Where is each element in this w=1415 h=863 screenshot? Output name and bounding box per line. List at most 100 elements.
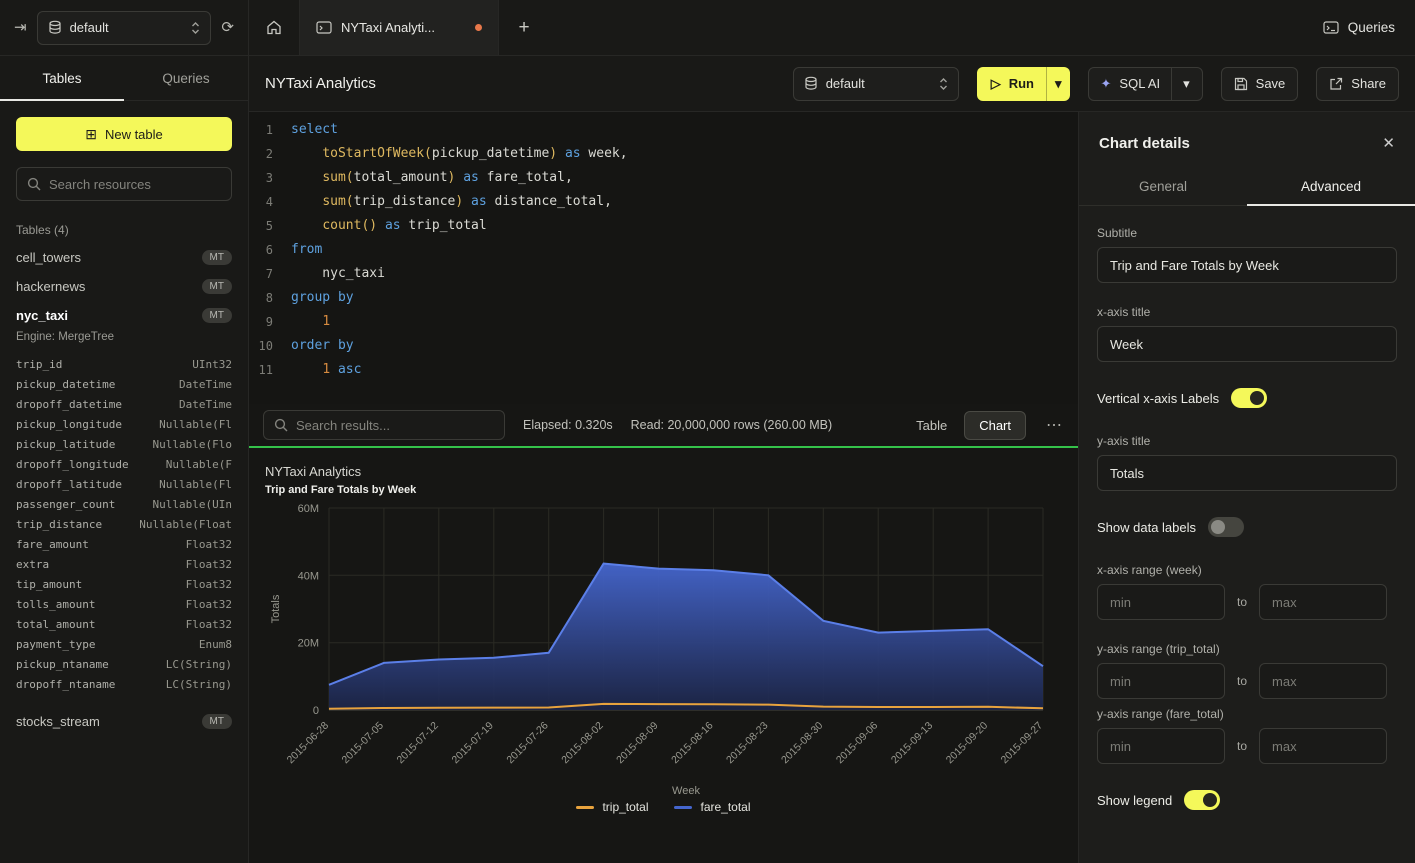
engine-badge: MT: [202, 714, 232, 729]
toggle-knob: [1203, 793, 1217, 807]
code-line[interactable]: 7 nyc_taxi: [249, 262, 1078, 286]
tab-general[interactable]: General: [1079, 168, 1247, 205]
refresh-icon[interactable]: ⟳: [221, 20, 234, 35]
table-grid-icon: ⊞: [85, 126, 97, 143]
y-range-trip-max-input[interactable]: [1259, 663, 1387, 699]
line-number: 1: [249, 118, 291, 142]
code-line[interactable]: 6from: [249, 238, 1078, 262]
view-table-button[interactable]: Table: [901, 411, 962, 440]
queries-button[interactable]: Queries: [1323, 20, 1395, 35]
code-line[interactable]: 4 sum(trip_distance) as distance_total,: [249, 190, 1078, 214]
y-axis-range-fare-label: y-axis range (fare_total): [1097, 707, 1397, 721]
y-axis-title-input[interactable]: [1097, 455, 1397, 491]
engine-badge: MT: [202, 308, 232, 323]
close-icon[interactable]: ✕: [1382, 134, 1395, 152]
code-line[interactable]: 1select: [249, 118, 1078, 142]
legend-swatch: [576, 806, 594, 809]
table-name: hackernews: [16, 279, 85, 294]
legend-item-fare_total[interactable]: fare_total: [674, 800, 750, 814]
table-item-hackernews[interactable]: hackernewsMT: [0, 272, 248, 301]
table-name: stocks_stream: [16, 714, 100, 729]
subtitle-input[interactable]: [1097, 247, 1397, 283]
x-axis-title-input[interactable]: [1097, 326, 1397, 362]
code-line[interactable]: 3 sum(total_amount) as fare_total,: [249, 166, 1078, 190]
save-button[interactable]: Save: [1221, 67, 1299, 101]
x-tick-label: 2015-09-06: [834, 720, 881, 767]
engine-label: Engine: MergeTree: [0, 330, 248, 352]
tab-title: NYTaxi Analyti...: [341, 20, 435, 35]
run-database-selector[interactable]: default: [793, 67, 959, 101]
toggle-knob: [1211, 520, 1225, 534]
code-line[interactable]: 11 1 asc: [249, 358, 1078, 382]
code-line[interactable]: 2 toStartOfWeek(pickup_datetime) as week…: [249, 142, 1078, 166]
new-table-button[interactable]: ⊞ New table: [16, 117, 232, 151]
results-more-options-icon[interactable]: ⋯: [1044, 415, 1064, 435]
y-range-trip-min-input[interactable]: [1097, 663, 1225, 699]
show-legend-toggle[interactable]: [1184, 790, 1220, 810]
table-name: nyc_taxi: [16, 308, 68, 323]
code-line[interactable]: 5 count() as trip_total: [249, 214, 1078, 238]
sql-editor[interactable]: 1select2 toStartOfWeek(pickup_datetime) …: [249, 112, 1078, 404]
vertical-x-labels-toggle[interactable]: [1231, 388, 1267, 408]
x-tick-label: 2015-07-12: [394, 720, 441, 767]
run-label: Run: [1009, 76, 1034, 91]
sidebar-tab-queries[interactable]: Queries: [124, 56, 248, 100]
vertical-x-labels-label: Vertical x-axis Labels: [1097, 391, 1219, 406]
database-selector[interactable]: default: [37, 11, 212, 45]
y-range-fare-min-input[interactable]: [1097, 728, 1225, 764]
table-name: cell_towers: [16, 250, 81, 265]
table-item-cell_towers[interactable]: cell_towersMT: [0, 243, 248, 272]
line-number: 9: [249, 310, 291, 334]
search-resources-input[interactable]: [49, 177, 221, 192]
legend-item-trip_total[interactable]: trip_total: [576, 800, 648, 814]
sidebar-tab-tables[interactable]: Tables: [0, 56, 124, 100]
x-range-max-input[interactable]: [1259, 584, 1387, 620]
tab-nytaxi-analytics[interactable]: NYTaxi Analyti...: [299, 0, 499, 55]
chart-details-panel: Chart details ✕ General Advanced Subtitl…: [1078, 112, 1415, 863]
new-table-label: New table: [105, 127, 163, 142]
line-number: 4: [249, 190, 291, 214]
results-toolbar: Elapsed: 0.320s Read: 20,000,000 rows (2…: [249, 404, 1078, 446]
tab-strip: NYTaxi Analyti... +: [249, 0, 549, 55]
y-tick-label: 20M: [298, 638, 319, 650]
line-number: 7: [249, 262, 291, 286]
save-label: Save: [1256, 76, 1286, 91]
x-axis-range-field: x-axis range (week) to: [1097, 563, 1397, 620]
panel-title: Chart details: [1099, 135, 1190, 152]
show-data-labels-row: Show data labels: [1097, 517, 1397, 537]
code-line[interactable]: 8group by: [249, 286, 1078, 310]
share-icon: [1329, 77, 1343, 91]
x-tick-label: 2015-06-28: [285, 720, 332, 767]
table-item-stocks_stream[interactable]: stocks_stream MT: [0, 707, 248, 736]
show-legend-row: Show legend: [1097, 790, 1397, 810]
run-button[interactable]: ▷ Run ▾: [977, 67, 1070, 101]
console-icon: [316, 21, 332, 34]
tab-advanced[interactable]: Advanced: [1247, 168, 1415, 205]
collapse-sidebar-icon[interactable]: ⇥: [14, 20, 27, 35]
sql-ai-button[interactable]: ✦ SQL AI ▾: [1088, 67, 1203, 101]
chart-panel: NYTaxi Analytics Trip and Fare Totals by…: [249, 448, 1078, 863]
sql-ai-chevron-icon[interactable]: ▾: [1183, 76, 1190, 92]
x-tick-label: 2015-08-23: [724, 720, 771, 767]
new-tab-button[interactable]: +: [499, 0, 549, 55]
show-data-labels-toggle[interactable]: [1208, 517, 1244, 537]
code-line[interactable]: 10order by: [249, 334, 1078, 358]
view-chart-button[interactable]: Chart: [964, 411, 1026, 440]
x-tick-label: 2015-07-05: [340, 720, 387, 767]
chart-subtitle: Trip and Fare Totals by Week: [265, 484, 1062, 496]
run-options-chevron[interactable]: ▾: [1046, 67, 1070, 101]
vertical-x-labels-row: Vertical x-axis Labels: [1097, 388, 1397, 408]
search-results-input[interactable]: [296, 418, 494, 433]
home-icon[interactable]: [249, 0, 299, 55]
y-range-fare-max-input[interactable]: [1259, 728, 1387, 764]
x-tick-label: 2015-08-16: [669, 720, 716, 767]
share-button[interactable]: Share: [1316, 67, 1399, 101]
sparkle-icon: ✦: [1101, 76, 1112, 92]
app-window: ⇥ default ⟳ NYTaxi Analyti...: [0, 0, 1415, 863]
table-item-nyc_taxi[interactable]: nyc_taxi MT: [0, 301, 248, 330]
x-tick-label: 2015-07-19: [449, 720, 496, 767]
x-range-min-input[interactable]: [1097, 584, 1225, 620]
search-icon: [274, 418, 288, 432]
code-line[interactable]: 9 1: [249, 310, 1078, 334]
fare-total-area[interactable]: [329, 564, 1043, 710]
